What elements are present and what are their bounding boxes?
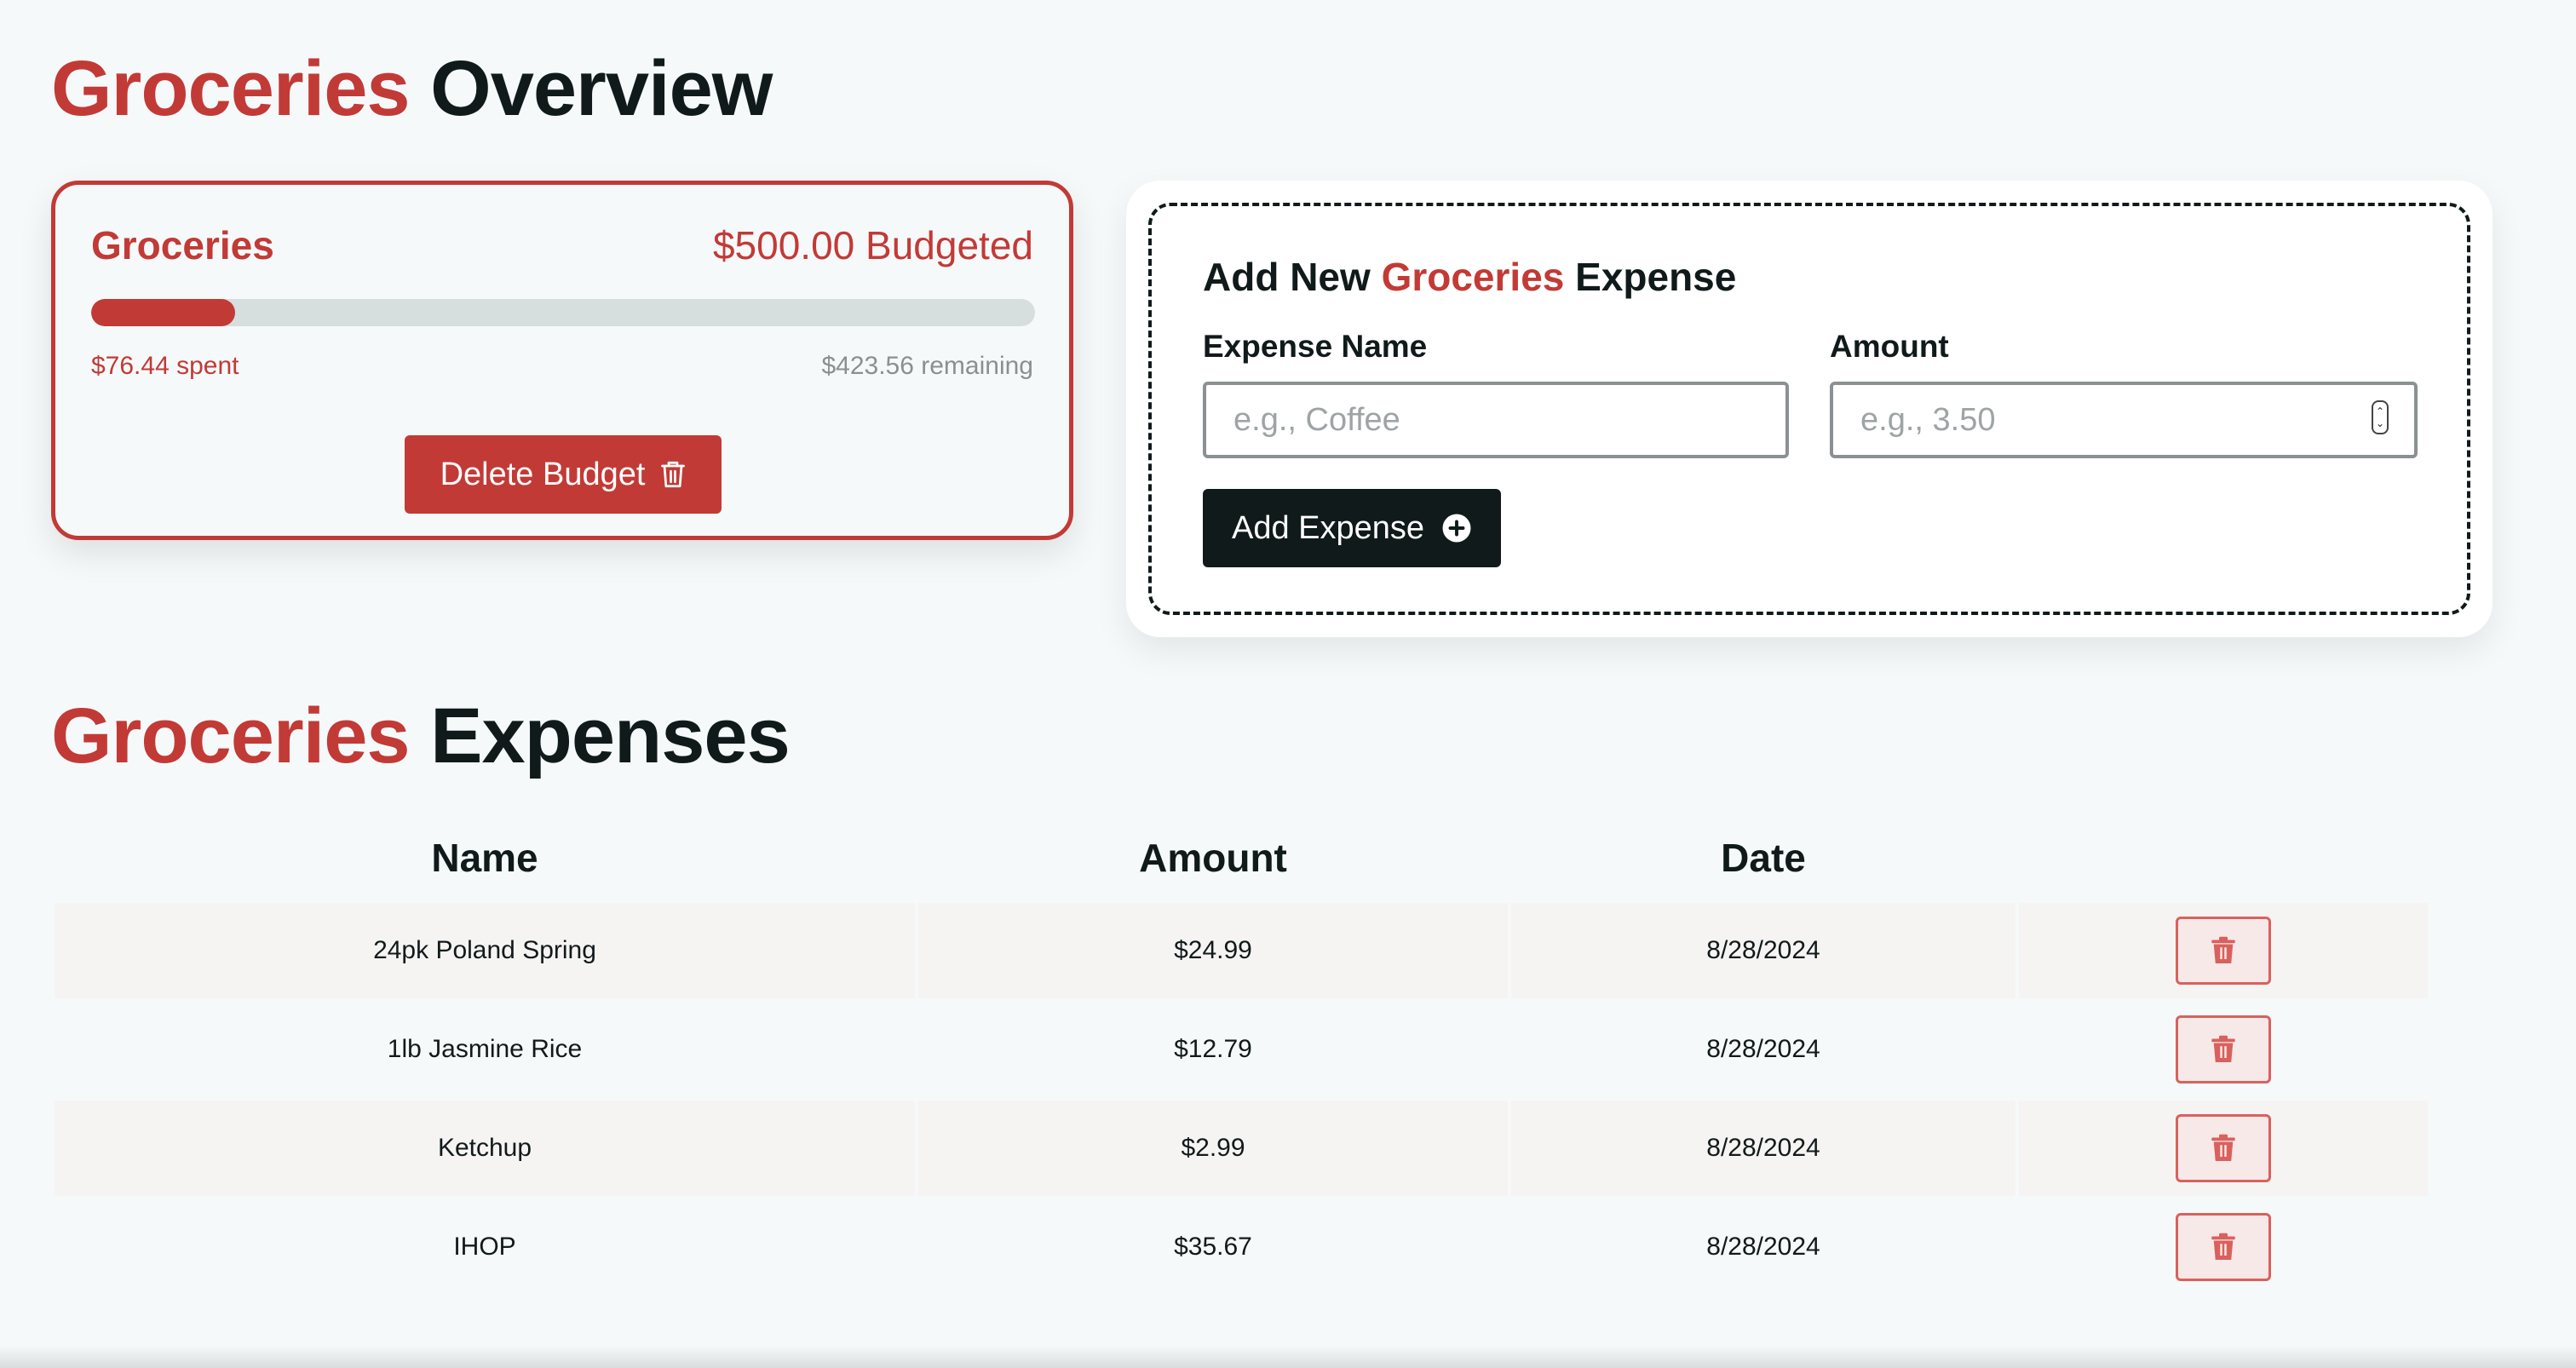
- delete-expense-button[interactable]: [2176, 917, 2271, 985]
- expense-amount-cell: $12.79: [1174, 1035, 1252, 1063]
- expense-name-input[interactable]: [1203, 382, 1789, 458]
- expenses-title-suffix: Expenses: [430, 693, 791, 779]
- expense-name-cell: 1lb Jasmine Rice: [387, 1035, 583, 1063]
- budget-card: Groceries $500.00 Budgeted $76.44 spent …: [51, 181, 1073, 540]
- add-expense-form: Add New Groceries Expense Expense Name A…: [1126, 181, 2493, 637]
- form-title: Add New Groceries Expense: [1203, 254, 1736, 300]
- delete-expense-button[interactable]: [2176, 1015, 2271, 1083]
- plus-circle-icon: [1442, 514, 1471, 543]
- trash-icon: [2211, 1035, 2235, 1062]
- page-title-suffix: Overview: [430, 45, 773, 132]
- form-title-prefix: Add New: [1203, 255, 1371, 299]
- expense-date-cell: 8/28/2024: [1706, 1233, 1820, 1261]
- amount-stepper[interactable]: ⌃ ⌄: [2372, 400, 2389, 434]
- budget-remaining: $423.56 remaining: [821, 352, 1033, 380]
- expense-action-cell: [2019, 1199, 2428, 1295]
- delete-expense-button[interactable]: [2176, 1213, 2271, 1281]
- expense-date-cell: 8/28/2024: [1511, 903, 2015, 998]
- table-row: 1lb Jasmine Rice $12.79 8/28/2024: [55, 1002, 2428, 1097]
- form-title-suffix: Expense: [1575, 255, 1737, 299]
- expenses-title: Groceries Expenses: [51, 685, 791, 787]
- expense-date-cell: 8/28/2024: [1706, 1035, 1820, 1063]
- budget-amount: $500.00 Budgeted: [712, 223, 1033, 267]
- stepper-up-icon[interactable]: ⌃: [2376, 405, 2384, 417]
- expense-action-cell: [2019, 1101, 2428, 1196]
- table-row: 24pk Poland Spring $24.99 8/28/2024: [55, 903, 2428, 998]
- expense-action-cell: [2019, 1002, 2428, 1097]
- form-title-budget-name: Groceries: [1381, 255, 1565, 299]
- add-expense-form-border: Add New Groceries Expense Expense Name A…: [1148, 203, 2470, 615]
- stepper-down-icon[interactable]: ⌄: [2376, 417, 2384, 429]
- window-bottom-edge: [0, 1346, 2576, 1368]
- expense-name-cell: IHOP: [453, 1233, 516, 1261]
- expense-name-cell: Ketchup: [55, 1101, 915, 1196]
- expense-amount-cell: $2.99: [918, 1101, 1508, 1196]
- budget-progress-bar: [91, 299, 1035, 326]
- trash-icon: [661, 461, 686, 488]
- expense-amount-input[interactable]: [1830, 382, 2418, 458]
- budget-spent: $76.44 spent: [91, 352, 239, 380]
- page-title: Groceries Overview: [51, 37, 773, 140]
- expense-action-cell: [2019, 903, 2428, 998]
- expense-date-cell: 8/28/2024: [1511, 1101, 2015, 1196]
- trash-icon: [2211, 1233, 2235, 1260]
- page-title-budget-name: Groceries: [51, 45, 411, 132]
- add-expense-button[interactable]: Add Expense: [1203, 489, 1501, 567]
- delete-budget-button[interactable]: Delete Budget: [405, 435, 722, 514]
- expense-amount-field: ⌃ ⌄: [1830, 382, 2418, 458]
- expenses-table-header: Name Amount Date: [55, 826, 2428, 894]
- column-header-amount: Amount: [1139, 836, 1287, 880]
- delete-expense-button[interactable]: [2176, 1114, 2271, 1182]
- delete-budget-label: Delete Budget: [440, 456, 646, 492]
- table-row: Ketchup $2.99 8/28/2024: [55, 1101, 2428, 1196]
- table-row: IHOP $35.67 8/28/2024: [55, 1199, 2428, 1295]
- expense-name-cell: 24pk Poland Spring: [55, 903, 915, 998]
- expense-name-label: Expense Name: [1203, 329, 1428, 364]
- column-header-name: Name: [431, 836, 538, 880]
- column-header-date: Date: [1721, 836, 1806, 880]
- budget-progress-fill: [91, 299, 236, 326]
- trash-icon: [2211, 936, 2235, 963]
- budget-name: Groceries: [91, 223, 274, 267]
- trash-icon: [2211, 1134, 2235, 1161]
- expense-amount-cell: $35.67: [1174, 1233, 1252, 1261]
- expense-amount-cell: $24.99: [918, 903, 1508, 998]
- expenses-title-budget-name: Groceries: [51, 693, 411, 779]
- expense-amount-label: Amount: [1830, 329, 1949, 364]
- add-expense-label: Add Expense: [1231, 509, 1425, 546]
